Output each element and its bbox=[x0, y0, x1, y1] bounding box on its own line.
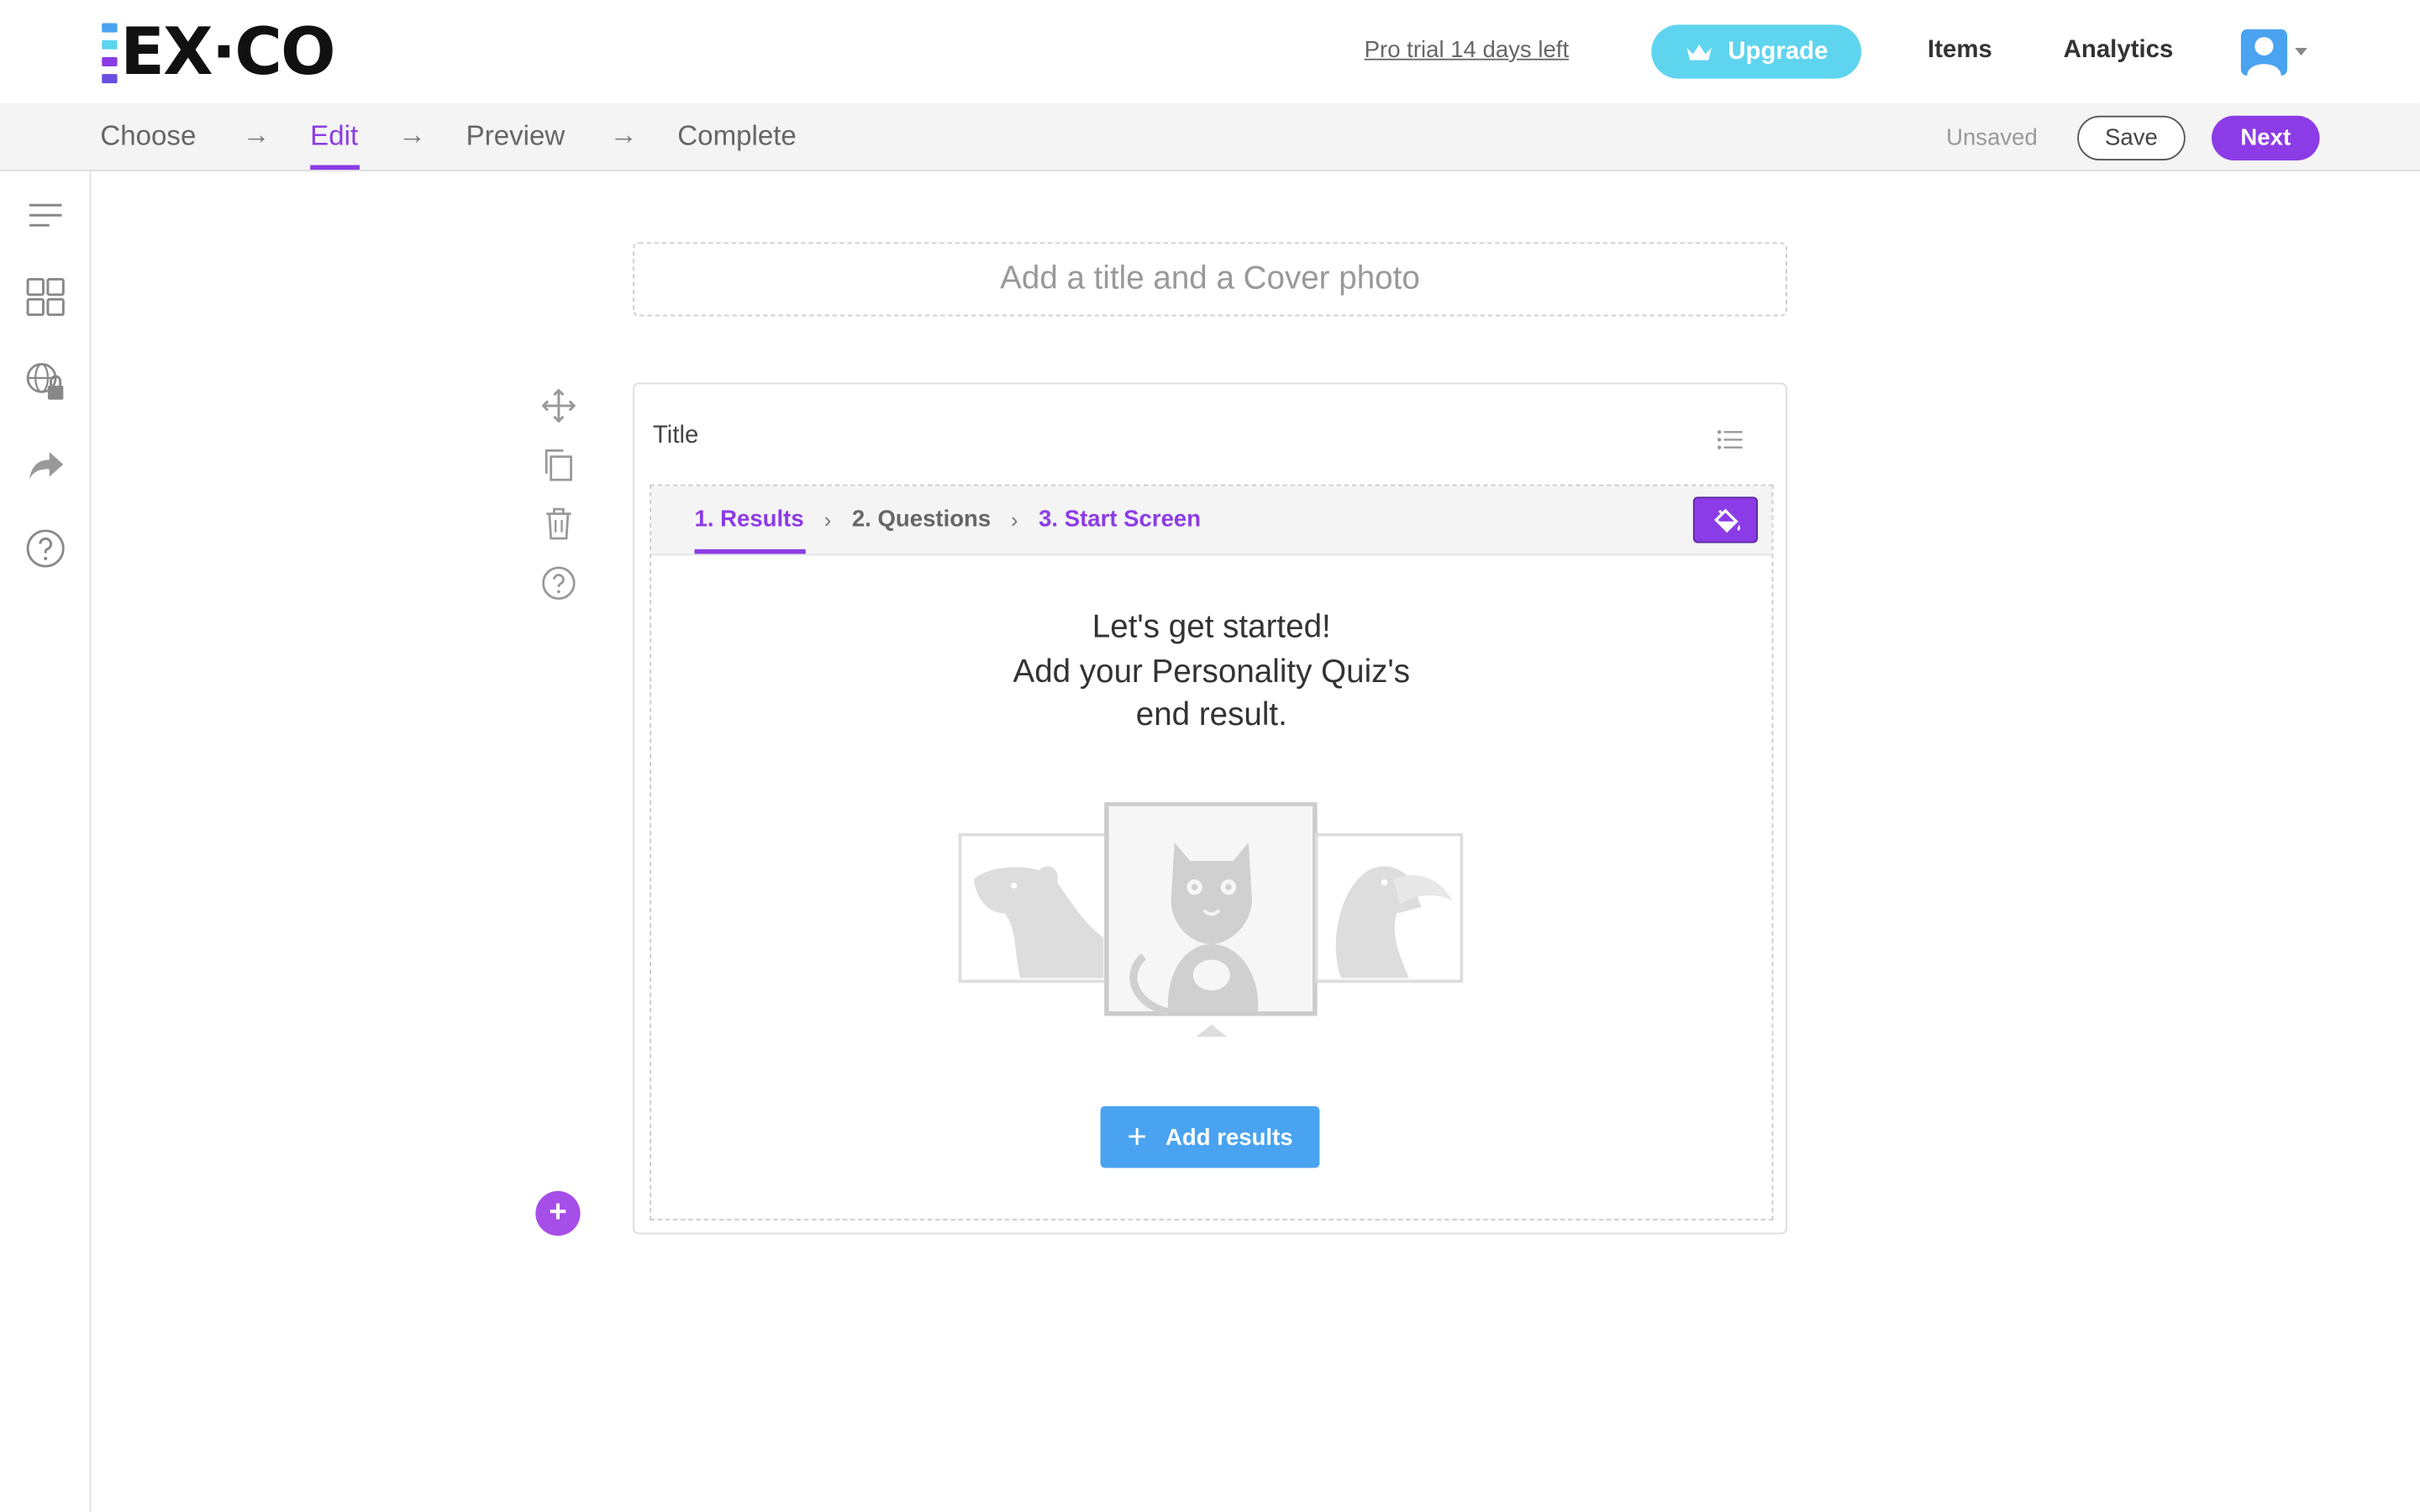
paint-bucket-icon bbox=[1714, 508, 1740, 533]
logo-bars bbox=[102, 22, 118, 83]
next-button[interactable]: Next bbox=[2211, 115, 2320, 161]
crown-icon bbox=[1686, 44, 1712, 60]
unsaved-status: Unsaved bbox=[1946, 124, 2038, 151]
quiz-tabs: 1. Results › 2. Questions › 3. Start Scr… bbox=[651, 486, 1772, 556]
headline-line-3: end result. bbox=[1135, 697, 1287, 733]
menu-icon[interactable] bbox=[24, 194, 66, 236]
user-icon bbox=[2247, 37, 2281, 76]
share-icon[interactable] bbox=[24, 444, 66, 486]
tab-start-screen[interactable]: 3. Start Screen bbox=[1039, 506, 1201, 532]
nav-analytics-link[interactable]: Analytics bbox=[2064, 37, 2174, 65]
copy-icon[interactable] bbox=[540, 446, 577, 483]
step-bar: Choose → Edit → Preview → Complete Unsav… bbox=[0, 103, 2420, 171]
tab-separator: › bbox=[1011, 507, 1018, 533]
tab-active-underline bbox=[694, 549, 806, 554]
step-complete[interactable]: Complete bbox=[677, 120, 797, 153]
grid-icon[interactable] bbox=[24, 276, 66, 318]
headline-line-1: Let's get started! bbox=[1092, 609, 1331, 645]
upgrade-button[interactable]: Upgrade bbox=[1651, 24, 1862, 79]
add-results-label: Add results bbox=[1165, 1124, 1293, 1151]
plus-icon: + bbox=[1127, 1116, 1147, 1156]
top-bar: EX·CO Pro trial 14 days left Upgrade Ite… bbox=[0, 0, 2420, 104]
trash-icon[interactable] bbox=[540, 505, 577, 542]
exco-logo[interactable]: EX·CO bbox=[102, 13, 336, 90]
help-icon[interactable] bbox=[24, 528, 66, 570]
save-button[interactable]: Save bbox=[2077, 115, 2186, 161]
tab-separator: › bbox=[823, 507, 832, 533]
pets-illustration bbox=[958, 802, 1464, 1037]
step-edit[interactable]: Edit bbox=[310, 120, 358, 153]
pro-trial-link[interactable]: Pro trial 14 days left bbox=[1365, 37, 1569, 63]
card-title[interactable]: Title bbox=[653, 423, 698, 450]
quiz-card: Title 1. Results › 2. Questions › 3. Sta… bbox=[633, 382, 1787, 1235]
chevron-down-icon[interactable] bbox=[2295, 47, 2307, 56]
step-active-underline bbox=[310, 165, 360, 171]
add-block-button[interactable]: + bbox=[535, 1190, 581, 1236]
tab-results[interactable]: 1. Results bbox=[695, 506, 804, 532]
headline-line-2: Add your Personality Quiz's bbox=[1013, 653, 1411, 690]
step-arrow: → bbox=[397, 118, 426, 150]
quiz-editor-area: 1. Results › 2. Questions › 3. Start Scr… bbox=[650, 484, 1774, 1221]
theme-button[interactable] bbox=[1692, 496, 1759, 543]
empty-state-message: Let's get started! Add your Personality … bbox=[651, 606, 1771, 738]
globe-lock-icon[interactable] bbox=[24, 361, 66, 403]
step-arrow: → bbox=[242, 118, 271, 150]
step-preview[interactable]: Preview bbox=[466, 120, 566, 153]
tab-questions[interactable]: 2. Questions bbox=[852, 506, 991, 532]
move-icon[interactable] bbox=[540, 387, 577, 424]
app-root: EX·CO Pro trial 14 days left Upgrade Ite… bbox=[0, 0, 2420, 1512]
help-icon[interactable] bbox=[540, 564, 577, 601]
step-choose[interactable]: Choose bbox=[100, 120, 196, 153]
step-arrow: → bbox=[609, 118, 638, 150]
list-icon[interactable] bbox=[1716, 429, 1744, 451]
logo-text: EX·CO bbox=[120, 13, 335, 90]
upgrade-label: Upgrade bbox=[1728, 37, 1828, 65]
left-sidebar bbox=[0, 171, 92, 1512]
cover-title-placeholder[interactable]: Add a title and a Cover photo bbox=[633, 242, 1787, 317]
add-results-button[interactable]: + Add results bbox=[1100, 1105, 1320, 1168]
nav-items-link[interactable]: Items bbox=[1928, 37, 1992, 65]
user-avatar[interactable] bbox=[2240, 29, 2287, 76]
